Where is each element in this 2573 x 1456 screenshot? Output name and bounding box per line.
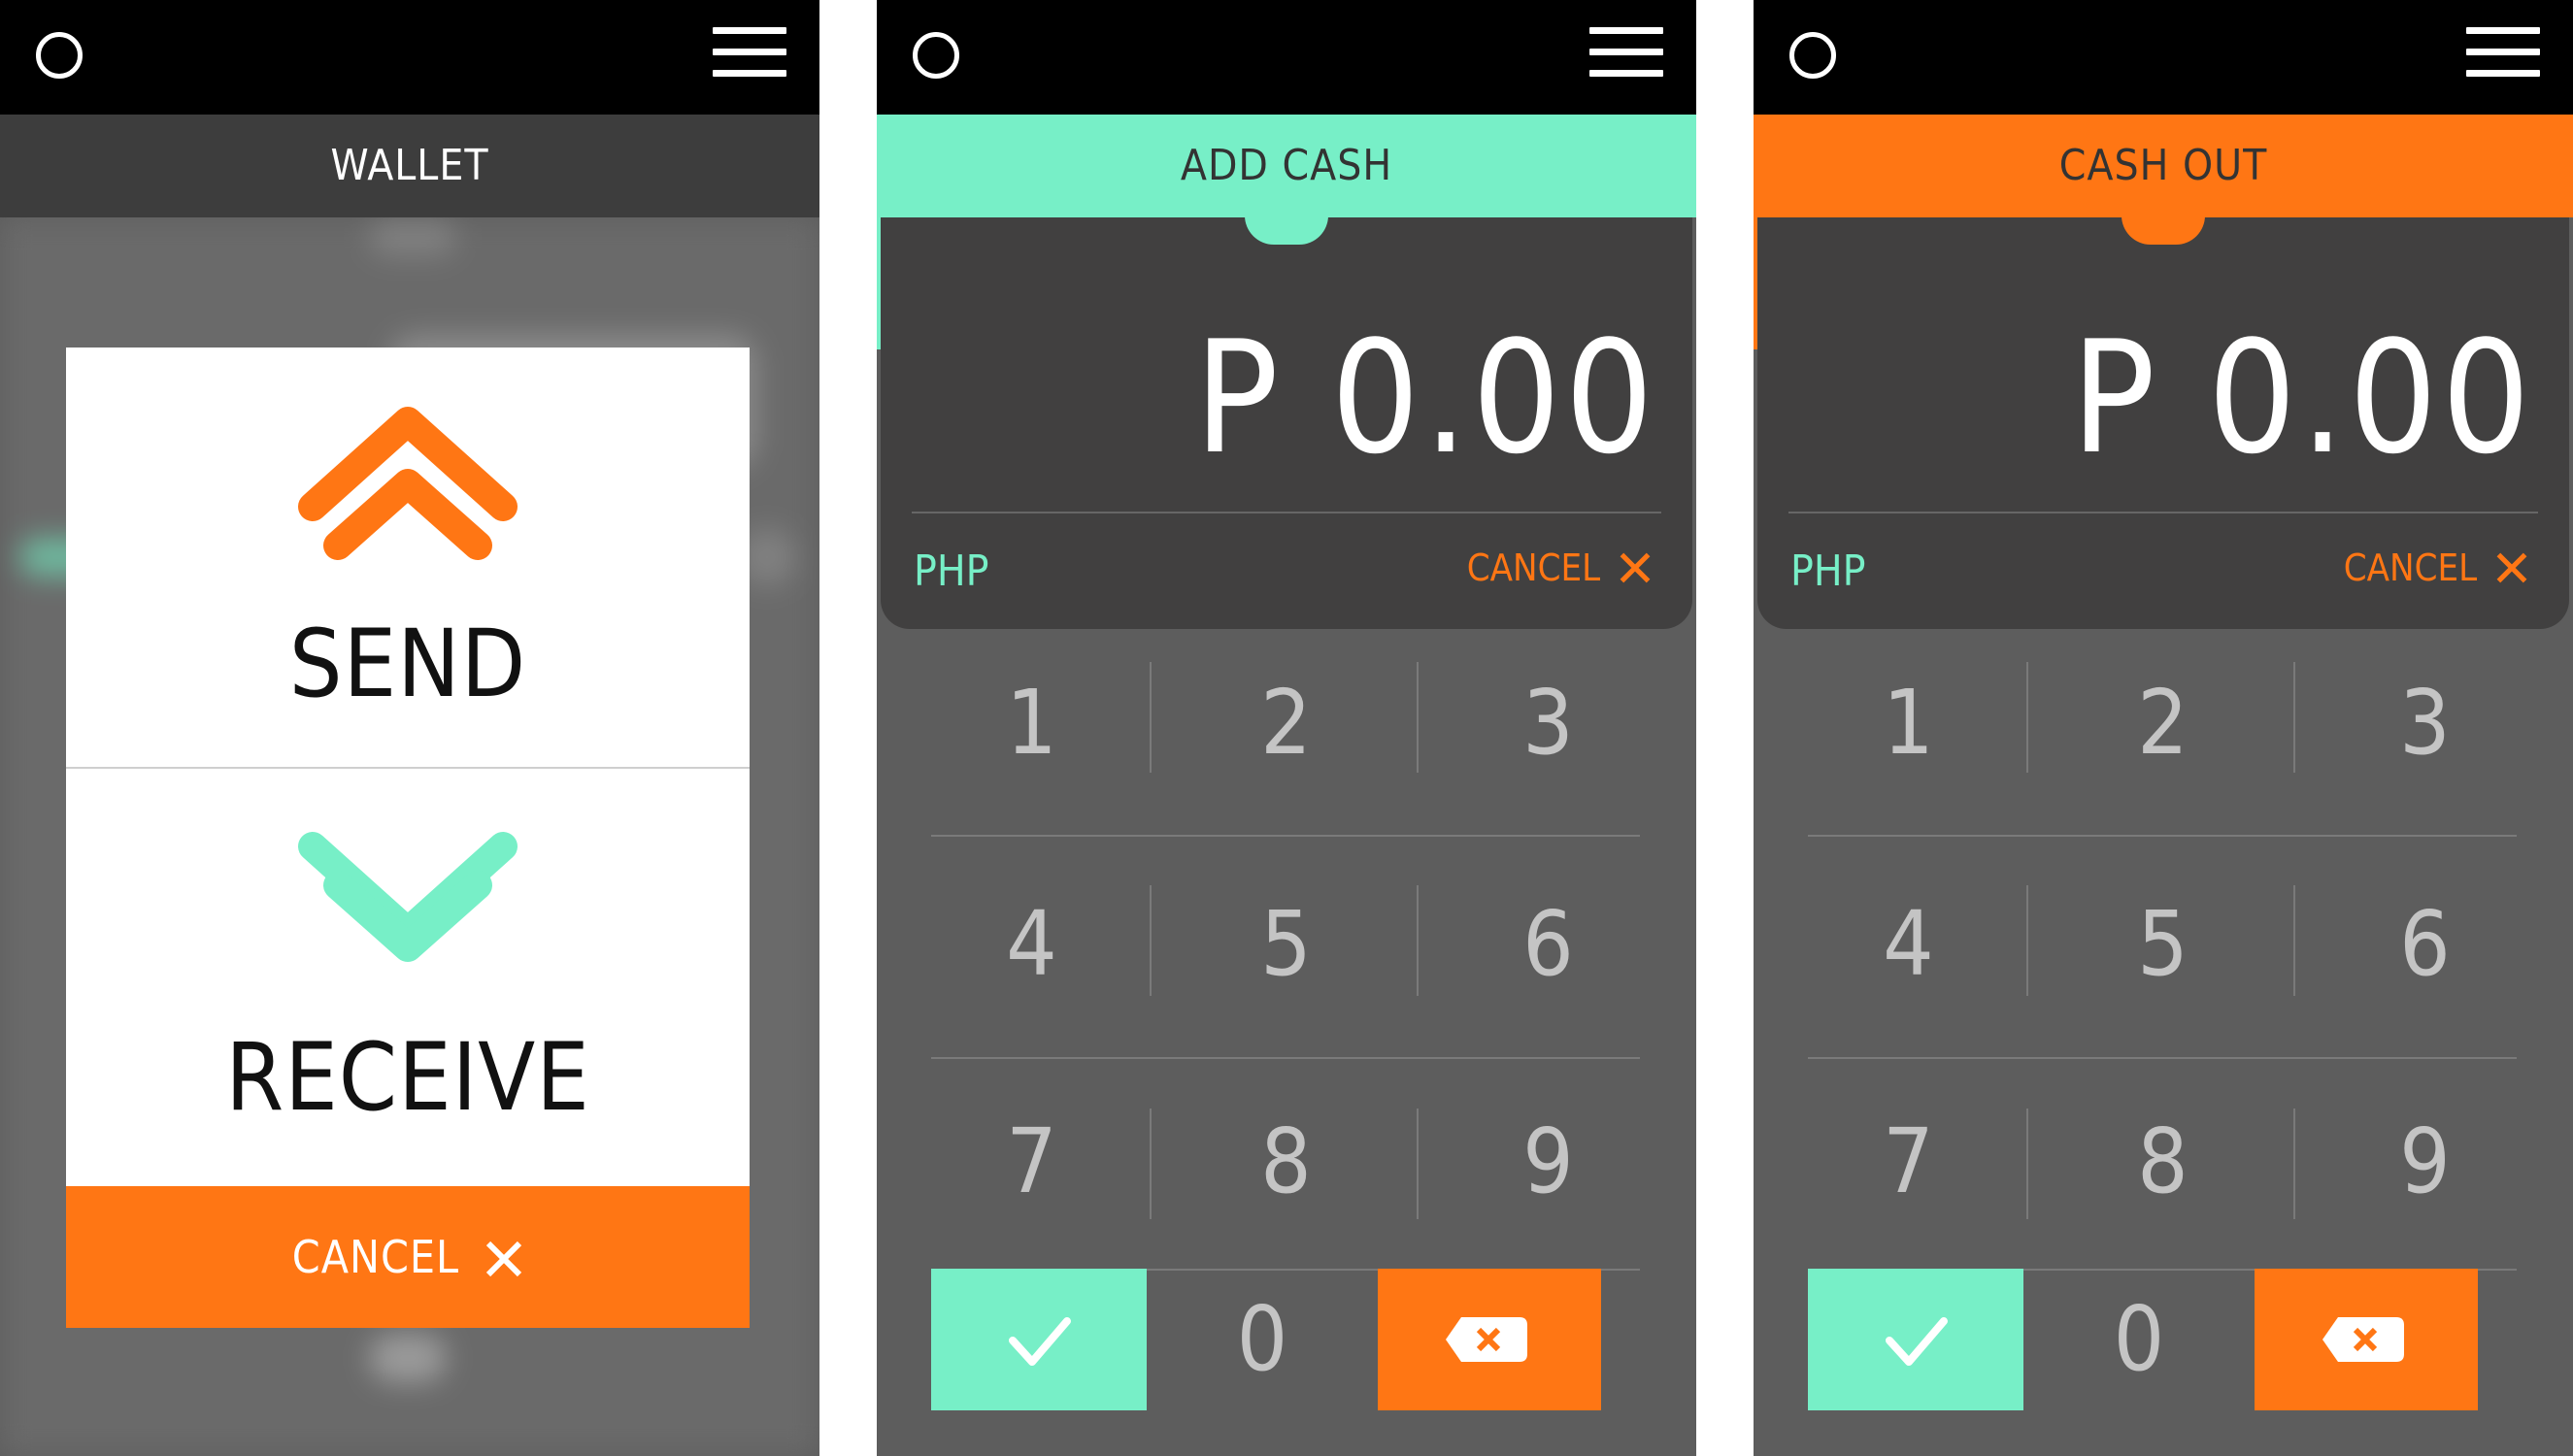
key-4[interactable]: 4 <box>914 891 1150 998</box>
amount-display: P 0.00 <box>1194 307 1657 488</box>
send-label: SEND <box>288 610 527 718</box>
amount-display: P 0.00 <box>2071 307 2534 488</box>
divider <box>1788 512 2538 513</box>
cash-out-screen: CASH OUT P 0.00 PHP CANCEL 1 2 3 4 5 6 7… <box>1754 0 2573 1456</box>
circle-icon[interactable] <box>913 32 959 79</box>
send-receive-dialog: SEND RECEIVE CANCEL <box>66 347 750 1328</box>
menu-icon[interactable] <box>2466 27 2540 78</box>
double-chevron-up-icon <box>298 407 518 560</box>
close-icon <box>1620 552 1651 583</box>
cancel-button[interactable]: CANCEL <box>66 1186 750 1328</box>
menu-icon[interactable] <box>713 27 786 78</box>
backspace-button[interactable] <box>1378 1269 1601 1410</box>
key-7[interactable]: 7 <box>914 1109 1150 1215</box>
key-8[interactable]: 8 <box>2045 1109 2281 1215</box>
divider <box>912 512 1661 513</box>
page-title-bar: ADD CASH <box>877 115 1696 217</box>
double-chevron-down-icon <box>298 832 518 962</box>
backspace-icon <box>1446 1317 1527 1362</box>
add-cash-screen: ADD CASH P 0.00 PHP CANCEL 1 2 3 4 5 6 7… <box>877 0 1696 1456</box>
currency-selector[interactable]: PHP <box>1790 546 1866 596</box>
key-3[interactable]: 3 <box>2307 670 2543 777</box>
cancel-label: CANCEL <box>2343 546 2478 589</box>
cancel-label: CANCEL <box>1466 546 1601 589</box>
receive-label: RECEIVE <box>225 1023 590 1132</box>
key-5[interactable]: 5 <box>1168 891 1404 998</box>
backspace-button[interactable] <box>2255 1269 2478 1410</box>
menu-icon[interactable] <box>1589 27 1663 78</box>
backspace-icon <box>2322 1317 2404 1362</box>
page-title-bar: CASH OUT <box>1754 115 2573 217</box>
receive-button[interactable]: RECEIVE <box>66 767 750 1186</box>
confirm-button[interactable] <box>1808 1269 2023 1410</box>
page-title-bar: WALLET <box>0 115 819 217</box>
cancel-label: CANCEL <box>291 1231 460 1283</box>
check-icon <box>1009 1317 1071 1366</box>
key-2[interactable]: 2 <box>2045 670 2281 777</box>
status-bar <box>1754 0 2573 115</box>
status-bar <box>0 0 819 115</box>
key-1[interactable]: 1 <box>914 670 1150 777</box>
key-4[interactable]: 4 <box>1790 891 2026 998</box>
cancel-button[interactable]: CANCEL <box>1467 546 1652 589</box>
cancel-button[interactable]: CANCEL <box>2344 546 2528 589</box>
confirm-button[interactable] <box>931 1269 1147 1410</box>
check-icon <box>1886 1317 1948 1366</box>
circle-icon[interactable] <box>1789 32 1836 79</box>
key-0[interactable]: 0 <box>2023 1269 2255 1410</box>
page-title: ADD CASH <box>1180 141 1393 190</box>
circle-icon[interactable] <box>36 32 83 79</box>
key-9[interactable]: 9 <box>1430 1109 1666 1215</box>
page-title: WALLET <box>330 141 489 190</box>
key-9[interactable]: 9 <box>2307 1109 2543 1215</box>
page-title: CASH OUT <box>2058 141 2268 190</box>
currency-selector[interactable]: PHP <box>914 546 989 596</box>
status-bar <box>877 0 1696 115</box>
key-3[interactable]: 3 <box>1430 670 1666 777</box>
key-0[interactable]: 0 <box>1147 1269 1378 1410</box>
key-2[interactable]: 2 <box>1168 670 1404 777</box>
close-icon <box>2496 552 2527 583</box>
key-8[interactable]: 8 <box>1168 1109 1404 1215</box>
key-6[interactable]: 6 <box>1430 891 1666 998</box>
key-5[interactable]: 5 <box>2045 891 2281 998</box>
send-button[interactable]: SEND <box>66 347 750 767</box>
key-1[interactable]: 1 <box>1790 670 2026 777</box>
close-icon <box>486 1241 522 1277</box>
key-7[interactable]: 7 <box>1790 1109 2026 1215</box>
key-6[interactable]: 6 <box>2307 891 2543 998</box>
wallet-screen: WALLET SEND RECEIVE CANCEL <box>0 0 819 1456</box>
